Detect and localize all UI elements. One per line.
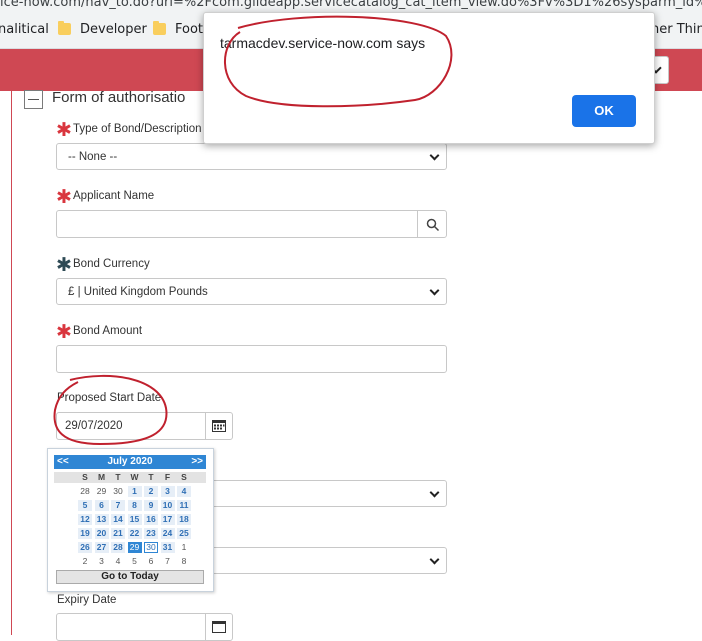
annotation-circle-date [53, 374, 168, 446]
annotation-circle-dialog [224, 15, 453, 108]
annotation-overlay [53, 15, 453, 446]
